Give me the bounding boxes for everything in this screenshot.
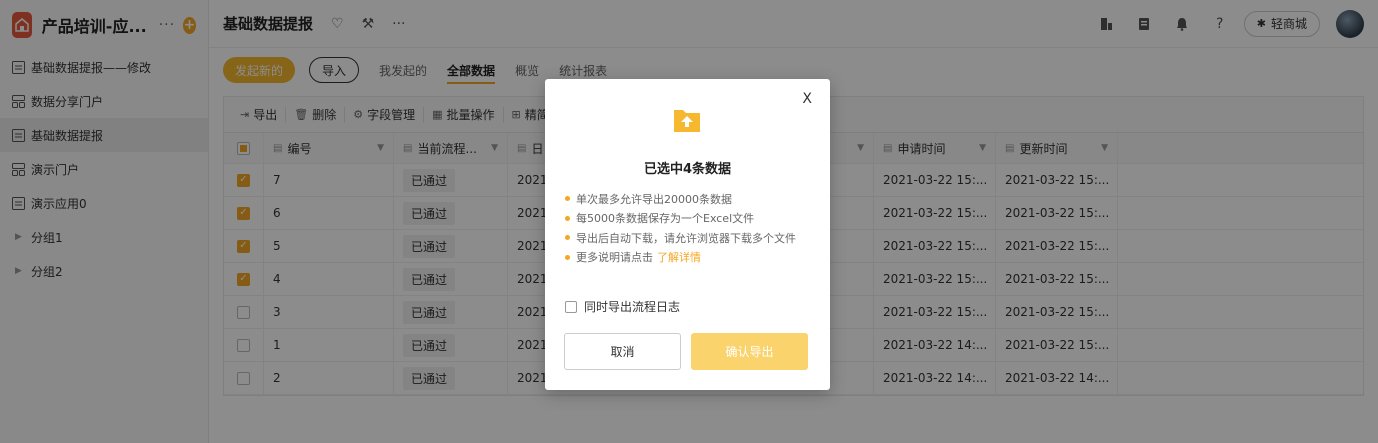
note-text: 单次最多允许导出20000条数据 bbox=[576, 192, 732, 206]
folder-upload-icon bbox=[674, 110, 700, 132]
bullet-icon bbox=[565, 215, 570, 221]
note-item: 更多说明请点击 了解详情 bbox=[565, 248, 816, 268]
bullet-icon bbox=[565, 235, 570, 241]
bullet-icon bbox=[565, 196, 570, 202]
close-icon[interactable]: X bbox=[802, 91, 812, 107]
export-notes: 单次最多允许导出20000条数据 每5000条数据保存为一个Excel文件 导出… bbox=[565, 189, 816, 267]
learn-more-link[interactable]: 了解详情 bbox=[657, 249, 701, 265]
note-text: 导出后自动下载，请允许浏览器下载多个文件 bbox=[576, 231, 796, 245]
note-item: 导出后自动下载，请允许浏览器下载多个文件 bbox=[565, 228, 816, 248]
checkbox-box[interactable] bbox=[565, 300, 577, 313]
note-item: 每5000条数据保存为一个Excel文件 bbox=[565, 209, 816, 229]
checkbox-label: 同时导出流程日志 bbox=[584, 300, 681, 314]
export-log-checkbox[interactable]: 同时导出流程日志 bbox=[565, 298, 680, 315]
note-text: 每5000条数据保存为一个Excel文件 bbox=[576, 212, 755, 226]
confirm-export-button[interactable]: 确认导出 bbox=[691, 333, 808, 370]
dialog-title: 已选中4条数据 bbox=[643, 162, 732, 177]
export-dialog: X 已选中4条数据 单次最多允许导出20000条数据 每5000条数据保存为一个… bbox=[545, 79, 830, 390]
cancel-button[interactable]: 取消 bbox=[564, 333, 681, 370]
bullet-icon bbox=[565, 254, 570, 260]
note-text: 更多说明请点击 bbox=[576, 251, 653, 265]
note-item: 单次最多允许导出20000条数据 bbox=[565, 189, 816, 209]
